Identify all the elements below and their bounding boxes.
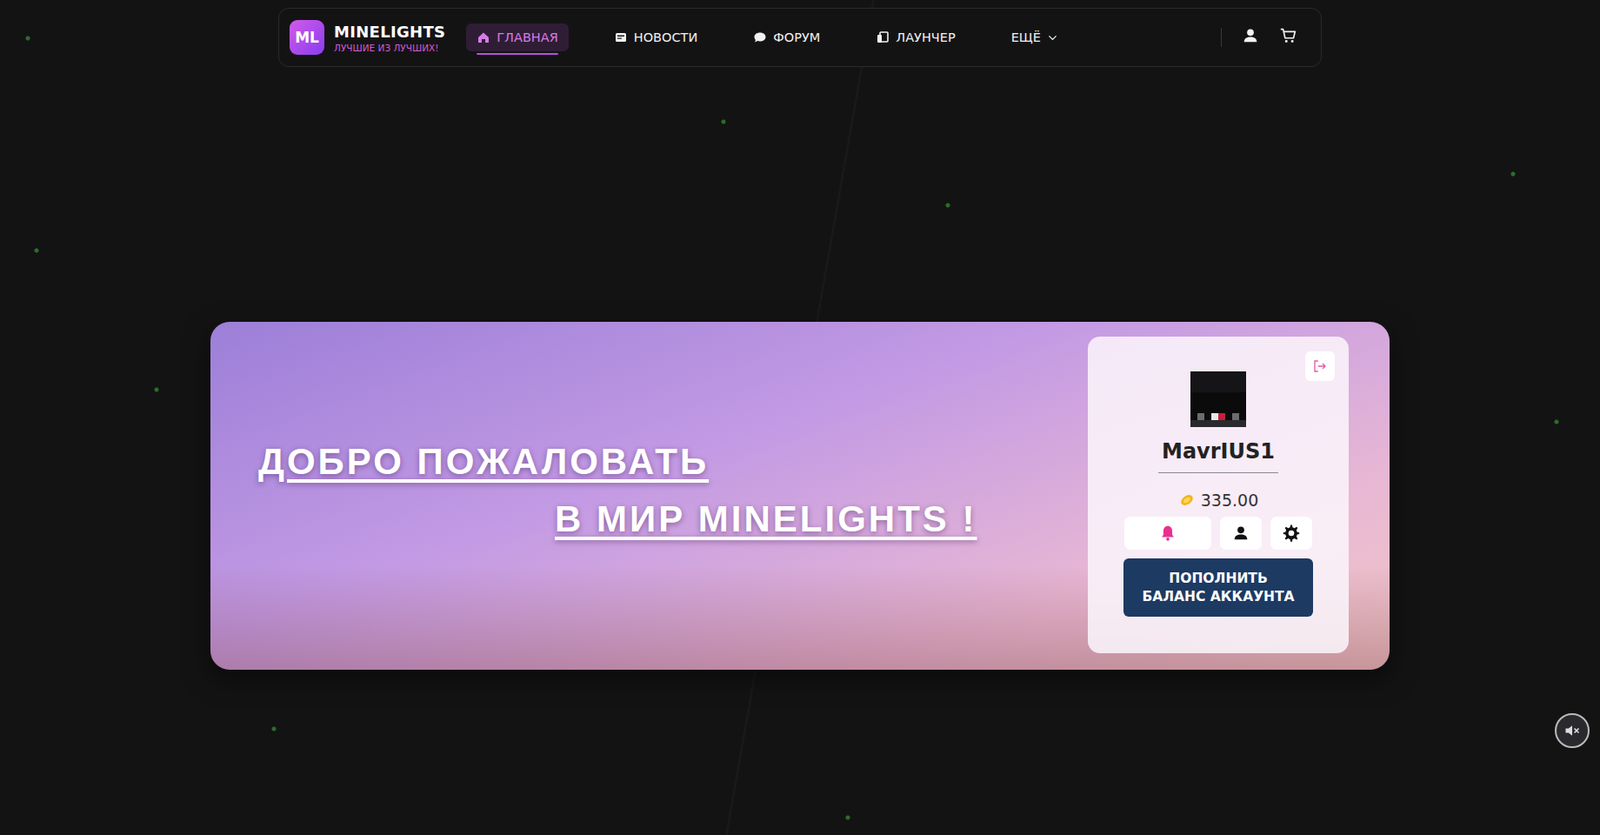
hero-text: ДОБРО ПОЖАЛОВАТЬ В МИР MINELIGHTS ! (210, 336, 1088, 654)
logo[interactable]: ML (289, 20, 325, 55)
nav-label: ГЛАВНАЯ (496, 30, 559, 45)
gear-icon (1281, 523, 1301, 543)
account-button[interactable] (1240, 26, 1260, 49)
username: MavrIUS1 (1161, 439, 1275, 464)
news-icon (613, 30, 628, 45)
cart-icon (1279, 26, 1299, 46)
nav-item[interactable]: ФОРУМ (742, 23, 831, 52)
divider (1158, 472, 1279, 474)
navbar: MLMINELIGHTSЛУЧШИЕ ИЗ ЛУЧШИХ!ГЛАВНАЯНОВО… (278, 7, 1322, 67)
cart-button[interactable] (1279, 26, 1299, 49)
user-icon (1240, 26, 1260, 46)
nav-item[interactable]: ГЛАВНАЯ (466, 23, 569, 52)
hero-subtitle: В МИР MINELIGHTS ! (554, 498, 1088, 540)
coin-icon (1178, 491, 1196, 509)
topup-button[interactable]: ПОПОЛНИТЬБАЛАНС АККАУНТА (1123, 558, 1314, 617)
profile-card: MavrIUS1 335.00 ПОПОЛНИТЬБАЛАНС АККАУНТА (1087, 336, 1349, 654)
nav-label: ЕЩЁ (1011, 30, 1041, 45)
chevron-icon (1046, 30, 1059, 45)
hero-title: ДОБРО ПОЖАЛОВАТЬ (258, 440, 1088, 483)
logout-button[interactable] (1305, 351, 1335, 381)
topup-label: ПОПОЛНИТЬ (1168, 569, 1268, 587)
nav-label: ФОРУМ (773, 30, 820, 45)
brand[interactable]: MLMINELIGHTSЛУЧШИЕ ИЗ ЛУЧШИХ! (289, 20, 446, 55)
logout-icon (1312, 358, 1328, 374)
nav-item[interactable]: ЛАУНЧЕР (865, 23, 966, 52)
gear-button[interactable] (1270, 516, 1313, 550)
nav-actions (1220, 26, 1299, 49)
separator (1220, 27, 1222, 47)
brand-title: MINELIGHTS (333, 22, 446, 41)
nav-menu: ГЛАВНАЯ НОВОСТИ ФОРУМ ЛАУНЧЕР ЕЩЁ (466, 23, 1069, 52)
chat-icon (753, 30, 767, 45)
user-button[interactable] (1220, 516, 1262, 550)
muted-speaker-icon (1563, 721, 1581, 740)
brand-text: MINELIGHTSЛУЧШИЕ ИЗ ЛУЧШИХ! (333, 22, 446, 54)
nav-label: НОВОСТИ (633, 30, 699, 45)
user-icon (1231, 523, 1251, 543)
nav-item[interactable]: НОВОСТИ (603, 23, 709, 52)
mute-button[interactable] (1554, 713, 1590, 748)
bell-icon (1158, 523, 1178, 543)
balance-value: 335.00 (1200, 490, 1259, 510)
hero-banner: ДОБРО ПОЖАЛОВАТЬВ МИР MINELIGHTS !MavrIU… (210, 321, 1390, 670)
avatar (1190, 371, 1247, 427)
nav-label: ЛАУНЧЕР (895, 30, 955, 45)
profile-tools (1124, 516, 1313, 550)
home-icon (476, 30, 491, 45)
nav-item[interactable]: ЕЩЁ (1000, 23, 1069, 52)
topup-label: БАЛАНС АККАУНТА (1141, 587, 1294, 606)
brand-subtitle: ЛУЧШИЕ ИЗ ЛУЧШИХ! (333, 42, 446, 54)
bell-button[interactable] (1124, 516, 1212, 550)
launcher-icon (875, 30, 890, 45)
balance: 335.00 (1178, 490, 1259, 510)
